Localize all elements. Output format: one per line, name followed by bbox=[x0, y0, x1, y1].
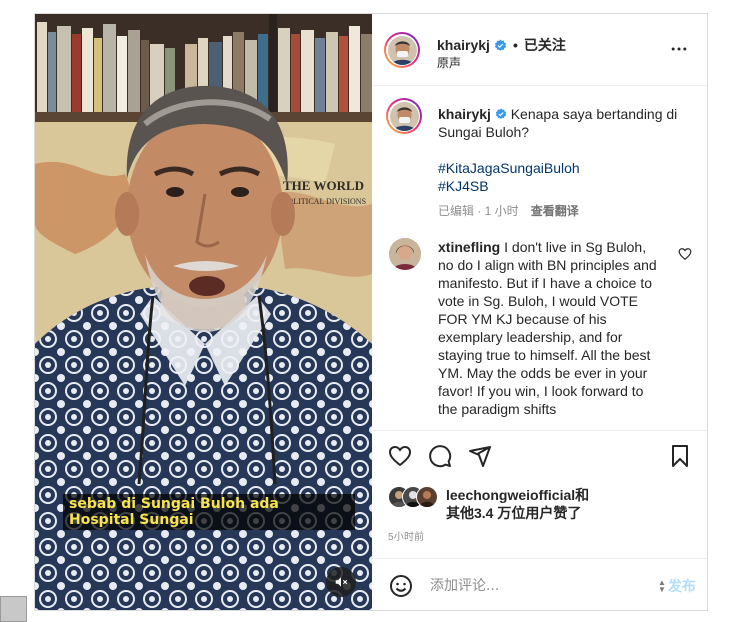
paper-plane-icon[interactable] bbox=[468, 444, 492, 468]
comment-username[interactable]: xtinefling bbox=[438, 239, 500, 255]
bookmark-icon[interactable] bbox=[668, 444, 692, 468]
likes-summary[interactable]: leechongweiofficial和 其他3.4 万位用户赞了 bbox=[388, 484, 698, 522]
post-details-panel: khairykj • 已关注 原声 khairykj Kenapa saya b… bbox=[372, 14, 707, 610]
map-title: THE WORLD bbox=[283, 178, 364, 193]
separator-dot: • bbox=[512, 37, 518, 53]
speaker-muted-icon bbox=[335, 577, 348, 587]
action-bar bbox=[372, 430, 707, 481]
video-subtitle: sebab di Sungai Buloh ada Hospital Sunga… bbox=[63, 494, 355, 530]
caption-author-avatar[interactable] bbox=[386, 98, 422, 134]
comment: xtinefling I don't live in Sg Buloh, no … bbox=[438, 238, 664, 418]
more-horizontal-icon[interactable] bbox=[669, 39, 689, 59]
audio-label[interactable]: 原声 bbox=[437, 54, 461, 71]
edited-timestamp: 已编辑 · 1 小时 bbox=[438, 204, 519, 218]
verified-badge-icon bbox=[494, 39, 507, 51]
likes-line-2[interactable]: 其他3.4 万位用户赞了 bbox=[446, 504, 589, 522]
instagram-post-modal: THE WORLD POLITICAL DIVISIONS sebab di S… bbox=[34, 13, 708, 611]
hashtag-link[interactable]: #KitaJagaSungaiBuloh bbox=[438, 159, 580, 177]
follow-button[interactable]: 已关注 bbox=[524, 35, 566, 55]
caption-username[interactable]: khairykj bbox=[438, 106, 491, 122]
add-comment-bar: ▲▼ 发布 bbox=[372, 558, 707, 610]
author-username[interactable]: khairykj bbox=[437, 37, 490, 53]
heart-icon[interactable] bbox=[388, 444, 412, 468]
caption-hashtags: #KitaJagaSungaiBuloh #KJ4SB bbox=[438, 159, 580, 195]
post-timestamp[interactable]: 5小时前 bbox=[388, 528, 424, 543]
likes-text: leechongweiofficial和 其他3.4 万位用户赞了 bbox=[446, 486, 589, 522]
spinner-arrows-icon: ▲ ▼ bbox=[658, 578, 666, 594]
caption-meta: 已编辑 · 1 小时 查看翻译 bbox=[438, 202, 579, 219]
comment-body: I don't live in Sg Buloh, no do I align … bbox=[438, 239, 657, 417]
comments-scroll-area[interactable]: khairykj Kenapa saya bertanding di Sunga… bbox=[372, 86, 707, 426]
post-comment-label: 发布 bbox=[667, 578, 696, 594]
post-header: khairykj • 已关注 原声 bbox=[372, 14, 707, 86]
post-author: khairykj • 已关注 bbox=[437, 35, 566, 55]
comment-bubble-icon[interactable] bbox=[428, 444, 452, 468]
liker-avatar bbox=[416, 486, 438, 508]
post-caption: khairykj Kenapa saya bertanding di Sunga… bbox=[438, 105, 688, 141]
verified-badge-icon bbox=[495, 108, 506, 119]
author-avatar[interactable] bbox=[384, 32, 420, 68]
smiley-icon[interactable] bbox=[389, 574, 413, 598]
comment-like-heart-icon[interactable] bbox=[678, 247, 692, 261]
map-subtitle: POLITICAL DIVISIONS bbox=[283, 197, 366, 206]
mute-button[interactable] bbox=[326, 567, 356, 597]
liker-avatars bbox=[388, 486, 442, 508]
post-comment-button[interactable]: ▲ ▼ 发布 bbox=[658, 576, 696, 596]
see-translation-link[interactable]: 查看翻译 bbox=[531, 202, 579, 219]
hashtag-link[interactable]: #KJ4SB bbox=[438, 177, 580, 195]
desktop-taskbar-fragment[interactable] bbox=[0, 596, 27, 622]
comment-input[interactable] bbox=[428, 574, 642, 598]
likes-line-1[interactable]: leechongweiofficial和 bbox=[446, 486, 589, 504]
commenter-avatar[interactable] bbox=[389, 238, 421, 270]
video-player[interactable]: THE WORLD POLITICAL DIVISIONS sebab di S… bbox=[35, 14, 372, 610]
